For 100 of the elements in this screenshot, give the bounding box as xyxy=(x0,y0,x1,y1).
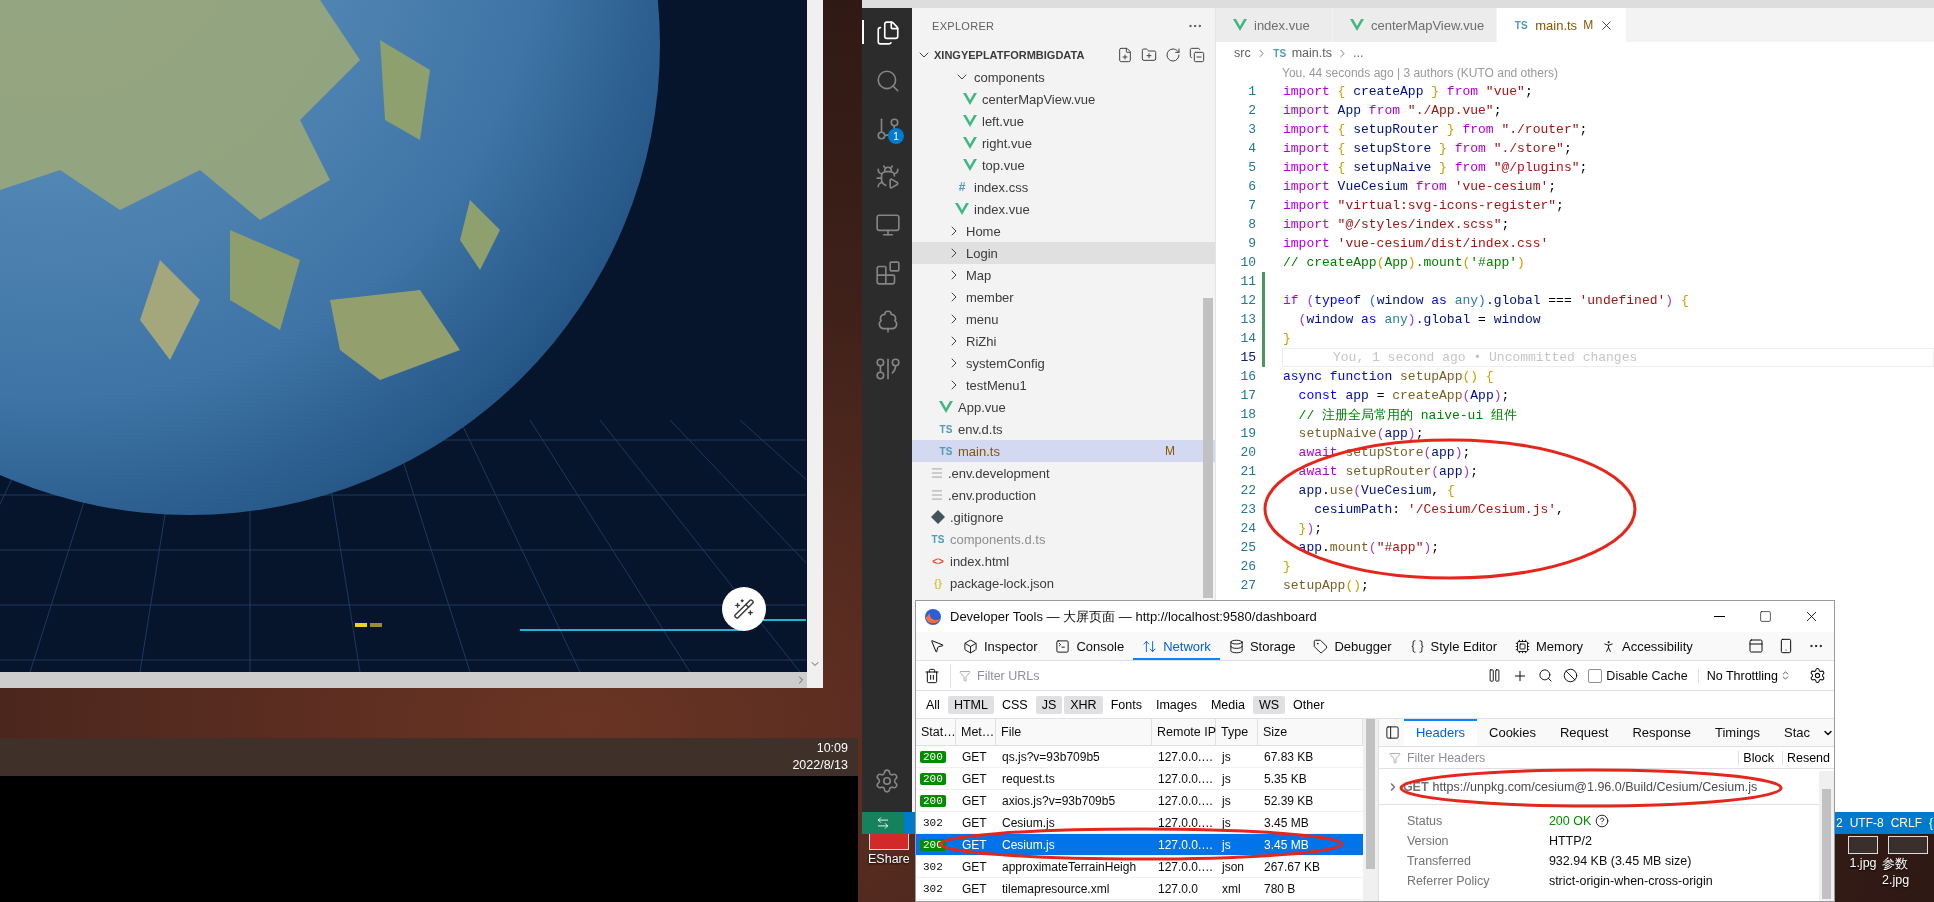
details-tab[interactable]: Stac xyxy=(1772,719,1822,746)
table-cell-text: GET xyxy=(961,881,988,896)
column-header[interactable]: Type xyxy=(1216,719,1258,745)
request-row[interactable]: 302 GET approximateTerrainHeigh 127.0.0.… json 267.67 KB xyxy=(916,856,1363,878)
search-field[interactable]: Filter URLs xyxy=(975,667,1478,684)
tree-item[interactable]: TS env.d.ts xyxy=(912,418,1215,440)
editor-tab[interactable]: index.vue xyxy=(1216,8,1333,42)
tool-tab[interactable]: Debugger xyxy=(1304,632,1401,660)
tool-tab[interactable]: Memory xyxy=(1506,632,1592,660)
column-header[interactable]: Remote IP xyxy=(1152,719,1216,745)
type-filter[interactable]: JS xyxy=(1035,695,1063,714)
tree-item[interactable]: RiZhi xyxy=(912,330,1215,352)
line-number: 15 xyxy=(1239,350,1256,365)
details-tab[interactable]: Request xyxy=(1548,719,1621,746)
remote-button[interactable] xyxy=(862,812,904,834)
search-field[interactable]: Filter Headers xyxy=(1404,749,1735,766)
request-row[interactable]: 200 GET request.ts 127.0.0.… js 5.35 KB xyxy=(916,768,1363,790)
magic-wand-button[interactable] xyxy=(722,587,766,631)
desktop-icon[interactable]: 1.jpg xyxy=(1848,836,1878,870)
tree-item[interactable]: systemConfig xyxy=(912,352,1215,374)
line-number: 14 xyxy=(1239,331,1256,346)
breadcrumb-item[interactable]: src xyxy=(1234,46,1251,60)
type-filter[interactable]: Images xyxy=(1149,695,1203,714)
vue-file-icon xyxy=(939,401,953,413)
table-cell-text: 52.39 KB xyxy=(1263,793,1315,808)
column-header[interactable]: Met… xyxy=(956,719,996,745)
type-filter[interactable]: Media xyxy=(1204,695,1251,714)
editor-tab[interactable]: centerMapView.vue xyxy=(1333,8,1498,42)
clock-time: 10:09 xyxy=(816,740,848,757)
tree-item[interactable]: left.vue xyxy=(912,110,1215,132)
status-item[interactable]: { xyxy=(1929,816,1933,830)
tool-tab[interactable]: Network xyxy=(1133,632,1220,660)
type-filter[interactable]: HTML xyxy=(947,695,994,714)
tree-item[interactable]: centerMapView.vue xyxy=(912,88,1215,110)
tree-item[interactable]: .env.production xyxy=(912,484,1215,506)
tree-item[interactable]: testMenu1 xyxy=(912,374,1215,396)
request-row[interactable]: 302 GET tilemapresource.xml 127.0.0 xml 780 B xyxy=(916,878,1363,900)
icon-label: 1.jpg xyxy=(1849,856,1877,870)
tree-item[interactable]: App.vue xyxy=(912,396,1215,418)
request-row[interactable]: 200 GET axios.js?v=93b709b5 127.0.0.… js 52.39 KB xyxy=(916,790,1363,812)
horizontal-scrollbar[interactable] xyxy=(0,672,807,688)
tool-tab[interactable]: Inspector xyxy=(954,632,1047,660)
line-number: 22 xyxy=(1239,483,1256,498)
details-tab[interactable]: Timings xyxy=(1702,719,1772,746)
type-filter[interactable]: CSS xyxy=(995,695,1034,714)
ts-file-icon: TS xyxy=(938,423,954,435)
checkbox[interactable] xyxy=(1588,668,1603,683)
vertical-scrollbar[interactable] xyxy=(807,0,823,672)
type-filter[interactable]: All xyxy=(920,695,946,714)
disable-cache-checkbox[interactable]: Disable Cache xyxy=(1588,668,1688,683)
status-item[interactable]: CRLF xyxy=(1890,816,1922,830)
status-item[interactable]: 2 xyxy=(1835,816,1843,830)
line-number: 27 xyxy=(1239,578,1256,593)
editor-tab[interactable]: TS main.ts M xyxy=(1497,8,1628,42)
scrollbar-thumb[interactable] xyxy=(1203,298,1213,598)
tree-item[interactable]: Login xyxy=(912,242,1215,264)
tree-item[interactable]: menu xyxy=(912,308,1215,330)
scrollbar-thumb[interactable] xyxy=(1822,789,1831,899)
tool-tab[interactable]: Storage xyxy=(1219,632,1305,660)
tree-item[interactable]: <> index.html xyxy=(912,550,1215,572)
table-cell-text: 267.67 KB xyxy=(1263,859,1322,874)
line-number: 24 xyxy=(1239,521,1256,536)
tree-item[interactable]: {} package-lock.json xyxy=(912,572,1215,594)
tree-item[interactable]: right.vue xyxy=(912,132,1215,154)
type-filter[interactable]: XHR xyxy=(1064,695,1103,714)
breadcrumb-item[interactable]: TS main.ts xyxy=(1271,46,1332,60)
line-number: 23 xyxy=(1239,502,1256,517)
toolbar-button[interactable]: Block xyxy=(1738,750,1778,765)
type-filter[interactable]: Other xyxy=(1287,695,1331,714)
details-tab[interactable]: Headers xyxy=(1403,719,1477,746)
type-filter[interactable]: WS xyxy=(1252,695,1286,714)
tree-item[interactable]: .env.development xyxy=(912,462,1215,484)
details-tab[interactable]: Response xyxy=(1620,719,1703,746)
scrollbar-thumb[interactable] xyxy=(1365,719,1375,869)
tree-item[interactable]: Map xyxy=(912,264,1215,286)
tool-tab[interactable]: Style Editor xyxy=(1400,632,1506,660)
desktop-icon[interactable]: 参数2.jpg xyxy=(1882,836,1934,887)
status-item[interactable]: UTF-8 xyxy=(1849,816,1884,830)
toolbar-button[interactable]: Resend xyxy=(1781,750,1834,765)
funnel-icon xyxy=(959,669,971,682)
type-filter[interactable]: Fonts xyxy=(1104,695,1148,714)
breadcrumb-item[interactable]: ... xyxy=(1352,46,1364,60)
details-tab[interactable]: Cookies xyxy=(1477,719,1548,746)
column-header[interactable]: Stat… xyxy=(916,719,956,745)
tree-item[interactable]: TS main.ts M xyxy=(912,440,1215,462)
tree-item[interactable]: Home xyxy=(912,220,1215,242)
tool-tab[interactable]: Console xyxy=(1046,632,1134,660)
tool-tab[interactable]: Accessibility xyxy=(1591,632,1702,660)
request-row[interactable]: 200 GET qs.js?v=93b709b5 127.0.0.… js 67.83 KB xyxy=(916,746,1363,768)
tree-item[interactable]: .gitignore xyxy=(912,506,1215,528)
column-header[interactable]: File xyxy=(996,719,1152,745)
throttling-select[interactable]: No Throttling xyxy=(1697,668,1799,683)
tree-item[interactable]: top.vue xyxy=(912,154,1215,176)
tree-item[interactable]: member xyxy=(912,286,1215,308)
tree-item[interactable]: components xyxy=(912,66,1215,88)
tree-item[interactable]: index.vue xyxy=(912,198,1215,220)
column-header[interactable]: Size xyxy=(1258,719,1363,745)
field-label: Version xyxy=(1406,834,1450,848)
tree-item[interactable]: # index.css xyxy=(912,176,1215,198)
image-thumbnail xyxy=(1848,836,1878,854)
